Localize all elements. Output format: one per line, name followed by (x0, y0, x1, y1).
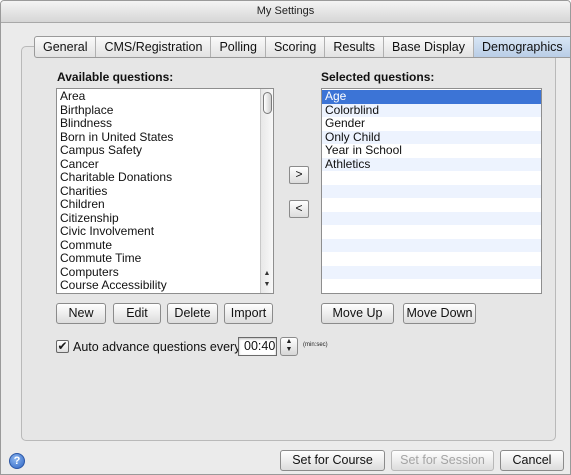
empty-list-row (322, 265, 541, 279)
scroll-down-arrow-icon[interactable]: ▼ (261, 280, 273, 290)
available-question-item[interactable]: Computers (57, 265, 261, 280)
stepper-down-icon[interactable]: ▼ (281, 346, 297, 354)
available-question-item[interactable]: Civic Involvement (57, 224, 261, 239)
available-question-item[interactable]: Commute (57, 238, 261, 253)
move-up-button[interactable]: Move Up (321, 303, 394, 324)
time-unit-label: (min:sec) (303, 342, 328, 348)
available-question-item[interactable]: Charities (57, 184, 261, 199)
selected-question-item[interactable]: Only Child (322, 130, 541, 144)
tab-demographics[interactable]: Demographics (474, 37, 570, 57)
available-questions-title: Available questions: (57, 70, 174, 84)
available-question-item[interactable]: Citizenship (57, 211, 261, 226)
tab-results[interactable]: Results (325, 37, 385, 57)
empty-list-row (322, 211, 541, 225)
new-button[interactable]: New (56, 303, 106, 324)
empty-list-row (322, 238, 541, 252)
available-question-item[interactable]: Birthplace (57, 103, 261, 118)
auto-advance-checkbox[interactable]: ✔ (56, 340, 69, 353)
selected-questions-list[interactable]: Age Colorblind Gender Only Child Year in Sch… (321, 88, 542, 294)
selected-question-item[interactable]: Year in School (322, 143, 541, 158)
scroll-thumb[interactable] (263, 92, 272, 114)
selected-question-item[interactable]: Athletics (322, 157, 541, 171)
selected-question-item[interactable]: Age (322, 89, 541, 104)
empty-list-row (322, 198, 541, 212)
auto-advance-time-input[interactable]: 00:40 (238, 337, 277, 356)
selected-questions-title: Selected questions: (321, 70, 435, 84)
edit-button[interactable]: Edit (113, 303, 161, 324)
time-stepper[interactable]: ▲ ▼ (280, 337, 298, 356)
available-question-item[interactable]: Charitable Donations (57, 170, 261, 185)
add-question-button[interactable]: > (289, 166, 309, 184)
available-question-item[interactable]: Cancer (57, 157, 261, 172)
window-title: My Settings (1, 1, 570, 23)
selected-question-item[interactable]: Colorblind (322, 103, 541, 117)
tab-base-display[interactable]: Base Display (384, 37, 474, 57)
available-question-item[interactable]: Born in United States (57, 130, 261, 145)
empty-list-row (322, 279, 541, 293)
empty-list-row (322, 171, 541, 185)
available-question-item[interactable]: Campus Safety (57, 143, 261, 158)
auto-advance-label: Auto advance questions every: (73, 340, 244, 354)
available-question-item[interactable]: Course Accessibility (57, 278, 261, 293)
empty-list-row (322, 225, 541, 239)
available-question-item[interactable]: Area (57, 89, 261, 104)
help-icon[interactable]: ? (9, 453, 25, 469)
available-question-item[interactable]: Blindness (57, 116, 261, 131)
tab-general[interactable]: General (35, 37, 97, 57)
cancel-button[interactable]: Cancel (500, 450, 564, 471)
scroll-up-arrow-icon[interactable]: ▲ (261, 269, 273, 279)
stepper-up-icon[interactable]: ▲ (281, 338, 297, 346)
tab-scoring[interactable]: Scoring (266, 37, 326, 57)
available-question-item[interactable]: Children (57, 197, 261, 212)
empty-list-row (322, 184, 541, 198)
available-questions-list[interactable]: Area Birthplace Blindness Born in United St… (56, 88, 274, 294)
tab-cms-registration[interactable]: CMS/Registration (96, 37, 212, 57)
available-scrollbar[interactable]: ▲ ▼ (260, 89, 273, 293)
settings-window: My Settings General CMS/Registration Pol… (0, 0, 571, 475)
remove-question-button[interactable]: < (289, 200, 309, 218)
available-question-item[interactable]: Commute Time (57, 251, 261, 266)
set-for-course-button[interactable]: Set for Course (280, 450, 385, 471)
tab-polling[interactable]: Polling (211, 37, 266, 57)
tab-bar: General CMS/Registration Polling Scoring… (34, 36, 570, 58)
empty-list-row (322, 252, 541, 266)
delete-button[interactable]: Delete (167, 303, 218, 324)
move-down-button[interactable]: Move Down (403, 303, 476, 324)
set-for-session-button: Set for Session (391, 450, 494, 471)
import-button[interactable]: Import (224, 303, 273, 324)
selected-question-item[interactable]: Gender (322, 116, 541, 131)
